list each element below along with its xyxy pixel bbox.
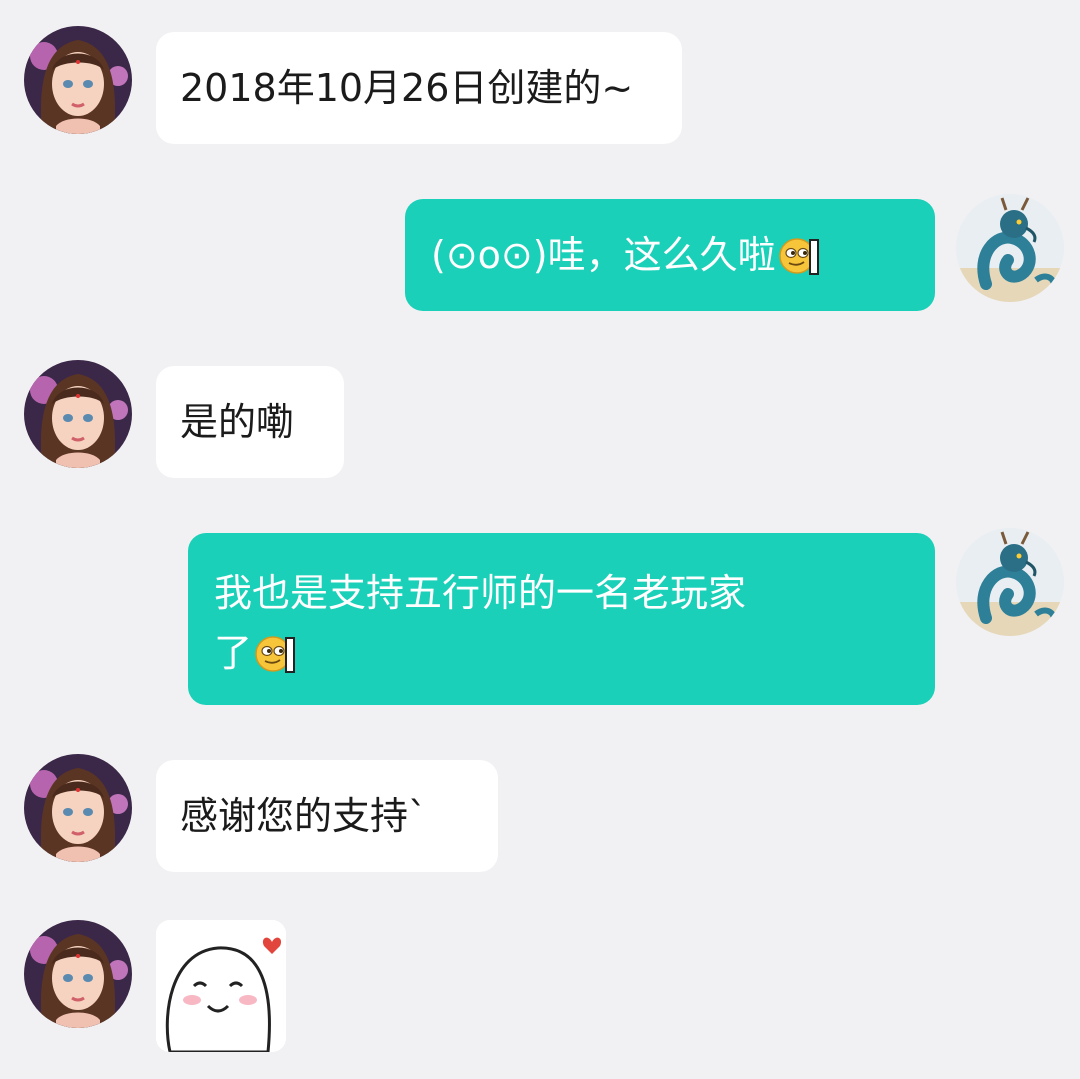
message-text: 是的嘞	[180, 400, 295, 444]
outgoing-message-bubble[interactable]: 我也是支持五行师的一名老玩家 了	[188, 533, 935, 705]
message-text: 感谢您的支持`	[180, 794, 428, 838]
outgoing-message-bubble[interactable]: (⊙o⊙)哇，这么久啦	[405, 199, 935, 311]
peeking-face-emoji-icon	[778, 232, 820, 278]
message-text: (⊙o⊙)哇，这么久啦	[431, 233, 776, 277]
fantasy-girl-avatar[interactable]	[24, 360, 132, 468]
incoming-message-bubble[interactable]: 感谢您的支持`	[156, 760, 498, 872]
peeking-face-emoji-icon	[254, 630, 296, 676]
blue-dragon-avatar[interactable]	[956, 194, 1064, 302]
blue-dragon-avatar[interactable]	[956, 528, 1064, 636]
fantasy-girl-avatar[interactable]	[24, 920, 132, 1028]
fantasy-girl-avatar[interactable]	[24, 754, 132, 862]
incoming-message-bubble[interactable]: 是的嘞	[156, 366, 344, 478]
chat-conversation: 2018年10月26日创建的~ (⊙o⊙)哇，这么久啦 是的嘞 我也是支持五行师…	[0, 0, 1080, 1079]
fantasy-girl-avatar[interactable]	[24, 26, 132, 134]
smiling-blob-heart-sticker[interactable]	[156, 920, 286, 1052]
incoming-message-bubble[interactable]: 2018年10月26日创建的~	[156, 32, 682, 144]
message-text: 2018年10月26日创建的~	[180, 66, 634, 110]
